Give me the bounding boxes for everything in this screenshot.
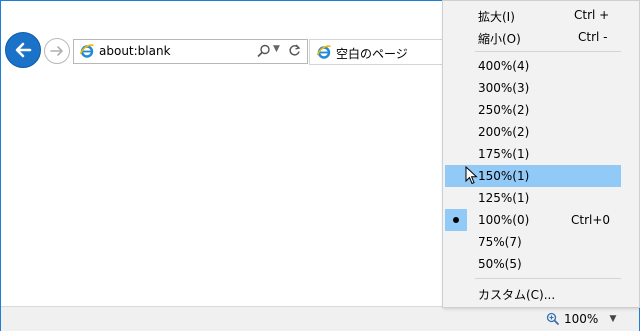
forward-button[interactable] (44, 38, 70, 64)
menu-item-zoom-200[interactable]: 200%(2) (445, 121, 621, 143)
menu-item-label: 200%(2) (478, 125, 530, 139)
ie-logo-icon (79, 44, 94, 58)
zoom-magnifier-icon (546, 312, 560, 326)
menu-item-label: 縮小(O) (478, 32, 521, 46)
menu-item-label: 50%(5) (478, 257, 522, 271)
zoom-button[interactable]: 100% (546, 310, 602, 328)
menu-item-zoom-250[interactable]: 250%(2) (445, 99, 621, 121)
search-icon[interactable] (257, 44, 271, 58)
refresh-icon[interactable] (288, 44, 301, 57)
address-bar[interactable]: about:blank ▼ (73, 39, 308, 64)
menu-item-label: 75%(7) (478, 235, 522, 249)
menu-item-zoom-100[interactable]: 100%(0) Ctrl+0 (445, 209, 621, 231)
menu-item-zoom-out[interactable]: 縮小(O) Ctrl - (445, 26, 621, 48)
back-arrow-icon (15, 42, 32, 58)
menu-item-custom[interactable]: カスタム(C)... (445, 282, 621, 304)
zoom-level-label: 100% (564, 312, 599, 326)
tab-blank-page[interactable]: 空白のページ (309, 39, 446, 65)
menu-item-shortcut: Ctrl + (574, 8, 610, 22)
menu-item-label: 100%(0) (478, 213, 530, 227)
menu-item-zoom-75[interactable]: 75%(7) (445, 231, 621, 253)
checked-bullet-icon (445, 209, 467, 231)
menu-item-label: 300%(3) (478, 81, 530, 95)
ie-logo-icon (316, 45, 331, 59)
mouse-cursor-icon (465, 166, 478, 185)
forward-arrow-icon (50, 46, 63, 56)
menu-item-label: 175%(1) (478, 147, 530, 161)
menu-item-label: 拡大(I) (478, 10, 515, 24)
menu-separator (475, 278, 621, 279)
address-input[interactable]: about:blank (99, 44, 171, 58)
menu-item-shortcut: Ctrl - (578, 30, 608, 44)
menu-separator (475, 51, 621, 52)
menu-item-label: 150%(1) (478, 169, 530, 183)
menu-item-label: 125%(1) (478, 191, 530, 205)
menu-item-label: 250%(2) (478, 103, 530, 117)
menu-item-zoom-400[interactable]: 400%(4) (445, 55, 621, 77)
dropdown-arrow-icon: ▼ (609, 314, 617, 324)
back-button[interactable] (5, 32, 41, 68)
tab-title: 空白のページ (336, 47, 408, 61)
zoom-dropdown-button[interactable]: ▼ (604, 310, 622, 328)
menu-item-zoom-125[interactable]: 125%(1) (445, 187, 621, 209)
dropdown-arrow-icon[interactable]: ▼ (273, 44, 280, 54)
menu-item-shortcut: Ctrl+0 (571, 213, 611, 227)
status-bar: 100% ▼ (1, 306, 639, 331)
menu-item-zoom-50[interactable]: 50%(5) (445, 253, 621, 275)
menu-item-label: カスタム(C)... (478, 288, 556, 302)
menu-item-label: 400%(4) (478, 59, 530, 73)
menu-item-zoom-300[interactable]: 300%(3) (445, 77, 621, 99)
menu-item-zoom-175[interactable]: 175%(1) (445, 143, 621, 165)
menu-item-zoom-in[interactable]: 拡大(I) Ctrl + (445, 4, 621, 26)
zoom-menu: 拡大(I) Ctrl + 縮小(O) Ctrl - 400%(4) 300%(3… (442, 0, 640, 308)
